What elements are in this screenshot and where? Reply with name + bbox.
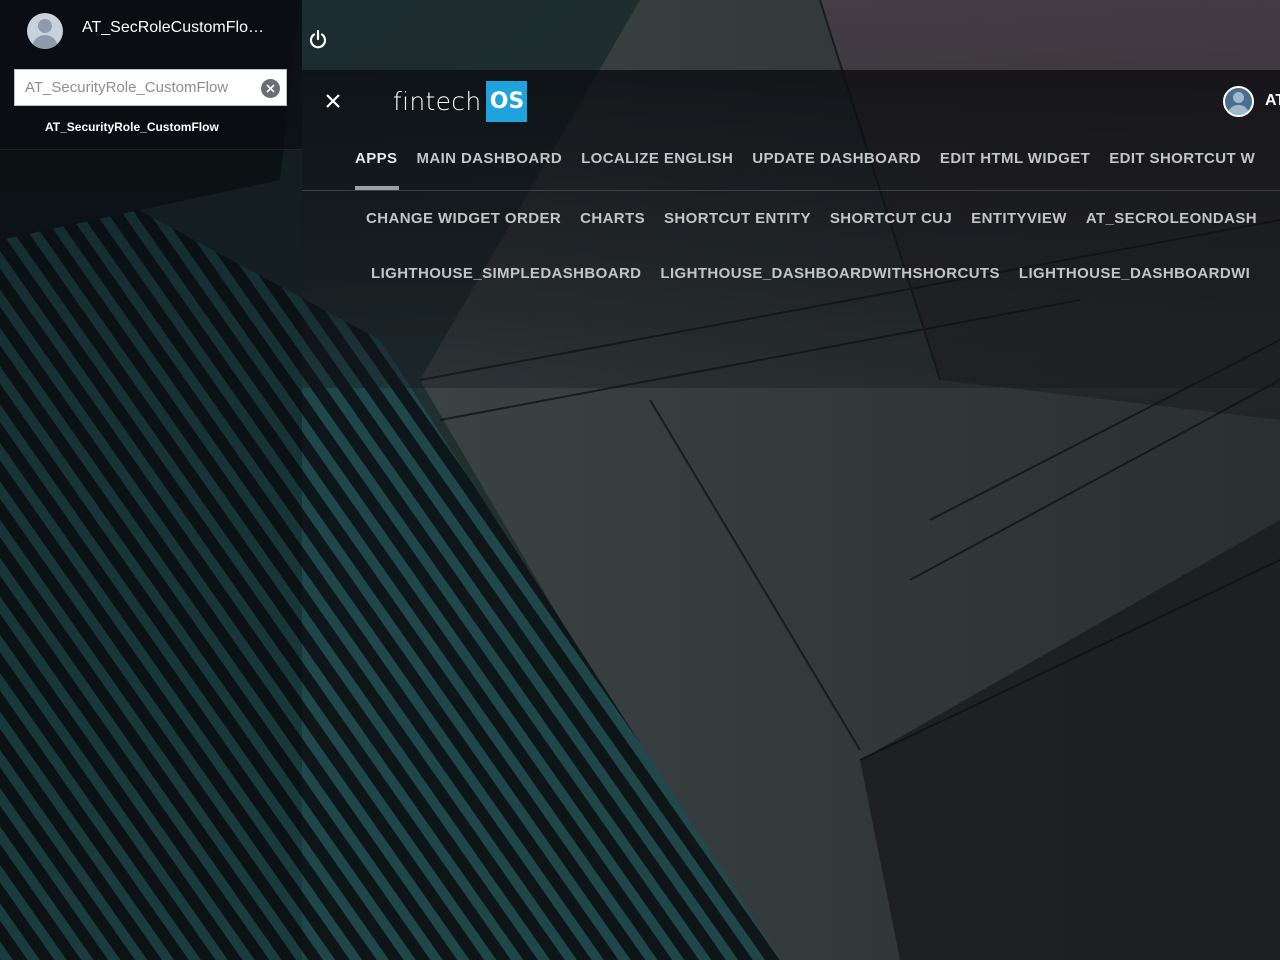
tab-row-2: CHANGE WIDGET ORDER CHARTS SHORTCUT ENTI… (366, 210, 1276, 230)
clear-icon[interactable] (261, 79, 280, 98)
tab-update-dashboard[interactable]: UPDATE DASHBOARD (752, 150, 921, 170)
tab-entityview[interactable]: ENTITYVIEW (971, 210, 1067, 230)
tab-row-3: LIGHTHOUSE_SIMPLEDASHBOARD LIGHTHOUSE_DA… (371, 265, 1269, 285)
tab-lighthouse-dashboardwi[interactable]: LIGHTHOUSE_DASHBOARDWI (1019, 265, 1250, 285)
user-name: AT_SecRoleCustomFlow_... (82, 19, 274, 36)
tab-divider (302, 190, 1280, 191)
side-panel-header: AT_SecRoleCustomFlow_... AT_SecurityRole… (0, 0, 302, 150)
tab-lighthouse-dashboardwithshorcuts[interactable]: LIGHTHOUSE_DASHBOARDWITHSHORCUTS (660, 265, 999, 285)
tab-charts[interactable]: CHARTS (580, 210, 645, 230)
tab-change-widget-order[interactable]: CHANGE WIDGET ORDER (366, 210, 561, 230)
close-icon[interactable] (323, 91, 343, 111)
search-result-item[interactable]: AT_SecurityRole_CustomFlow (45, 120, 219, 134)
brand-text: fintech (393, 87, 482, 116)
user-avatar-icon[interactable] (1223, 86, 1254, 117)
tab-localize-english[interactable]: LOCALIZE ENGLISH (581, 150, 733, 170)
avatar-head (1233, 92, 1244, 103)
tab-row-1: APPS MAIN DASHBOARD LOCALIZE ENGLISH UPD… (355, 150, 1274, 170)
tab-shortcut-entity[interactable]: SHORTCUT ENTITY (664, 210, 811, 230)
tab-apps[interactable]: APPS (355, 150, 397, 170)
tab-edit-shortcut-widget[interactable]: EDIT SHORTCUT W (1109, 150, 1255, 170)
avatar-body (32, 35, 58, 49)
user-short-name[interactable]: AT (1265, 92, 1280, 110)
tab-edit-html-widget[interactable]: EDIT HTML WIDGET (940, 150, 1090, 170)
brand-logo: fintech OS (393, 81, 528, 122)
tab-shortcut-cuj[interactable]: SHORTCUT CUJ (830, 210, 952, 230)
avatar-head (38, 19, 52, 33)
tab-lighthouse-simpledashboard[interactable]: LIGHTHOUSE_SIMPLEDASHBOARD (371, 265, 641, 285)
power-icon[interactable] (307, 28, 329, 50)
brand-badge: OS (486, 81, 528, 122)
avatar[interactable] (27, 13, 63, 49)
search-input[interactable] (15, 70, 255, 105)
tab-main-dashboard[interactable]: MAIN DASHBOARD (416, 150, 562, 170)
tab-at-secroleondash[interactable]: AT_SECROLEONDASH (1086, 210, 1257, 230)
search-box[interactable] (14, 69, 287, 106)
